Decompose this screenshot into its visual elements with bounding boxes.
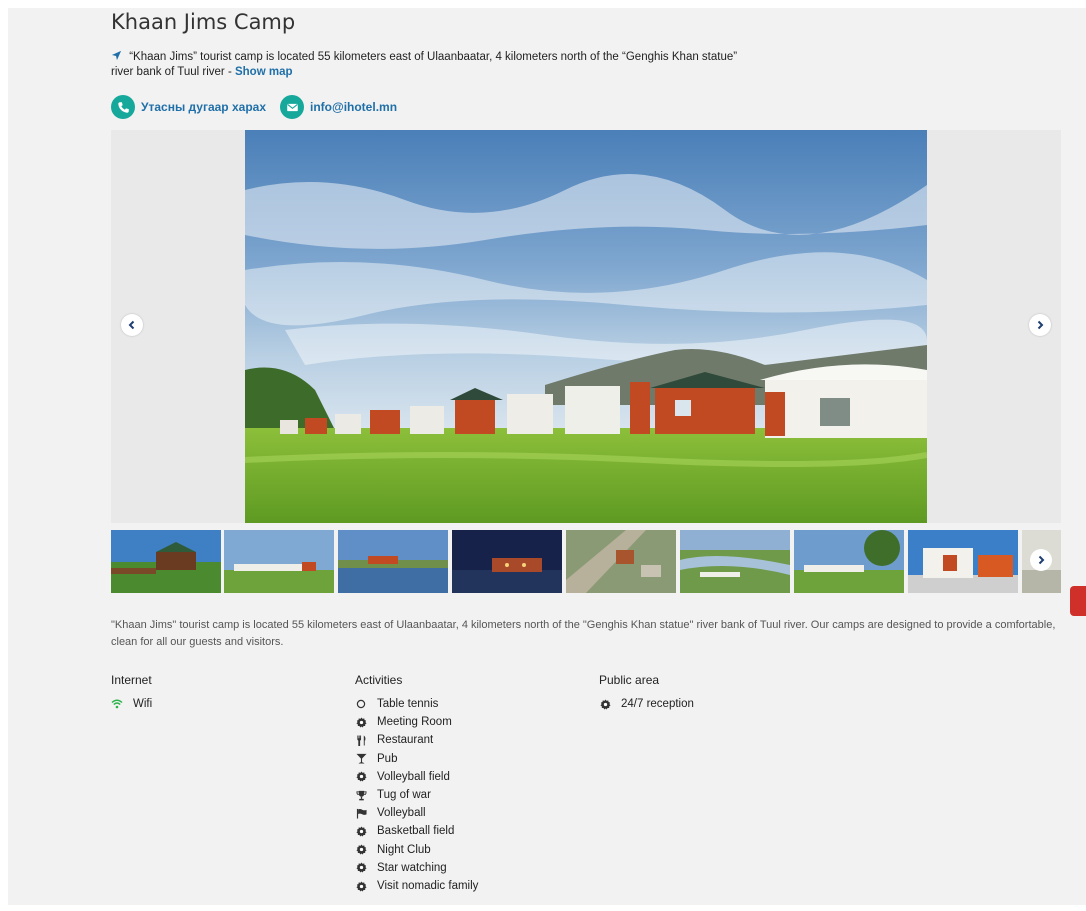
amenity-label: Tug of war (377, 789, 431, 802)
photo-gallery (111, 130, 1061, 523)
amenity-group-internet: Internet Wifi (111, 673, 152, 713)
amenity-group-activities: Activities Table tennis Meeting Room Res… (355, 673, 478, 895)
amenity-item: Volleyball (355, 804, 478, 822)
thumbnail-5[interactable] (566, 530, 676, 593)
contact-links: Утасны дугаар харах info@ihotel.mn (111, 95, 397, 119)
amenity-label: Volleyball (377, 807, 426, 820)
gear-icon (355, 862, 367, 874)
gear-icon (355, 716, 367, 728)
amenity-heading: Activities (355, 673, 403, 687)
show-map-link[interactable]: Show map (235, 66, 293, 78)
amenity-item: Meeting Room (355, 713, 478, 731)
amenity-item: Restaurant (355, 731, 478, 749)
phone-contact-link[interactable]: Утасны дугаар харах (111, 95, 266, 119)
hotel-address: “Khaan Jims” tourist camp is located 55 … (111, 50, 761, 80)
amenity-item: Night Club (355, 841, 478, 859)
chevron-left-icon (128, 320, 135, 330)
gear-icon (355, 844, 367, 856)
amenity-label: Pub (377, 752, 398, 765)
thumbnail-7[interactable] (794, 530, 904, 593)
amenity-item: 24/7 reception (599, 695, 694, 713)
location-arrow-icon (111, 50, 122, 61)
amenity-label: Meeting Room (377, 716, 452, 729)
thumbnails-next-button[interactable] (1030, 549, 1052, 571)
amenity-label: Night Club (377, 843, 431, 856)
email-address: info@ihotel.mn (310, 100, 398, 114)
thumbnail-6[interactable] (680, 530, 790, 593)
amenity-label: Wifi (133, 698, 153, 710)
gallery-prev-button[interactable] (121, 314, 143, 336)
thumbnail-1[interactable] (111, 530, 221, 593)
amenity-heading: Public area (599, 673, 660, 687)
feedback-tab[interactable] (1070, 586, 1086, 616)
amenity-item: Volleyball field (355, 768, 478, 786)
cocktail-icon (355, 753, 367, 765)
gear-icon (599, 698, 611, 710)
amenity-label: 24/7 reception (621, 698, 694, 710)
thumbnail-4[interactable] (452, 530, 562, 593)
hotel-description: "Khaan Jims" tourist camp is located 55 … (111, 619, 1056, 648)
gear-icon (355, 771, 367, 783)
page-title: Khaan Jims Camp (111, 10, 296, 34)
flag-icon (355, 807, 367, 819)
main-photo (245, 130, 927, 523)
thumbnail-8[interactable] (908, 530, 1018, 593)
amenity-label: Restaurant (377, 734, 434, 747)
trophy-icon (355, 789, 367, 801)
amenity-item: Wifi (111, 695, 152, 713)
wifi-icon (111, 698, 123, 710)
amenity-label: Star watching (377, 861, 447, 874)
phone-label: Утасны дугаар харах (141, 100, 266, 114)
thumbnail-strip (111, 530, 1061, 593)
amenity-item: Tug of war (355, 786, 478, 804)
email-contact-link[interactable]: info@ihotel.mn (280, 95, 397, 119)
cutlery-icon (355, 735, 367, 747)
amenity-item: Pub (355, 750, 478, 768)
amenity-item: Table tennis (355, 695, 478, 713)
phone-icon (111, 95, 135, 119)
chevron-right-icon (1038, 555, 1045, 565)
amenity-label: Table tennis (377, 698, 439, 710)
thumbnail-3[interactable] (338, 530, 448, 593)
amenity-label: Basketball field (377, 825, 455, 838)
amenity-label: Volleyball field (377, 770, 450, 783)
address-text: “Khaan Jims” tourist camp is located 55 … (111, 51, 738, 78)
circle-icon (355, 698, 367, 710)
amenity-group-public-area: Public area 24/7 reception (599, 673, 694, 713)
envelope-icon (280, 95, 304, 119)
thumbnail-2[interactable] (224, 530, 334, 593)
gear-icon (355, 826, 367, 838)
amenity-item: Star watching (355, 859, 478, 877)
amenity-item: Basketball field (355, 822, 478, 840)
amenity-label: Visit nomadic family (377, 880, 479, 893)
amenity-item: Visit nomadic family (355, 877, 478, 895)
chevron-right-icon (1037, 320, 1044, 330)
gear-icon (355, 880, 367, 892)
gallery-next-button[interactable] (1029, 314, 1051, 336)
amenity-heading: Internet (111, 673, 152, 687)
